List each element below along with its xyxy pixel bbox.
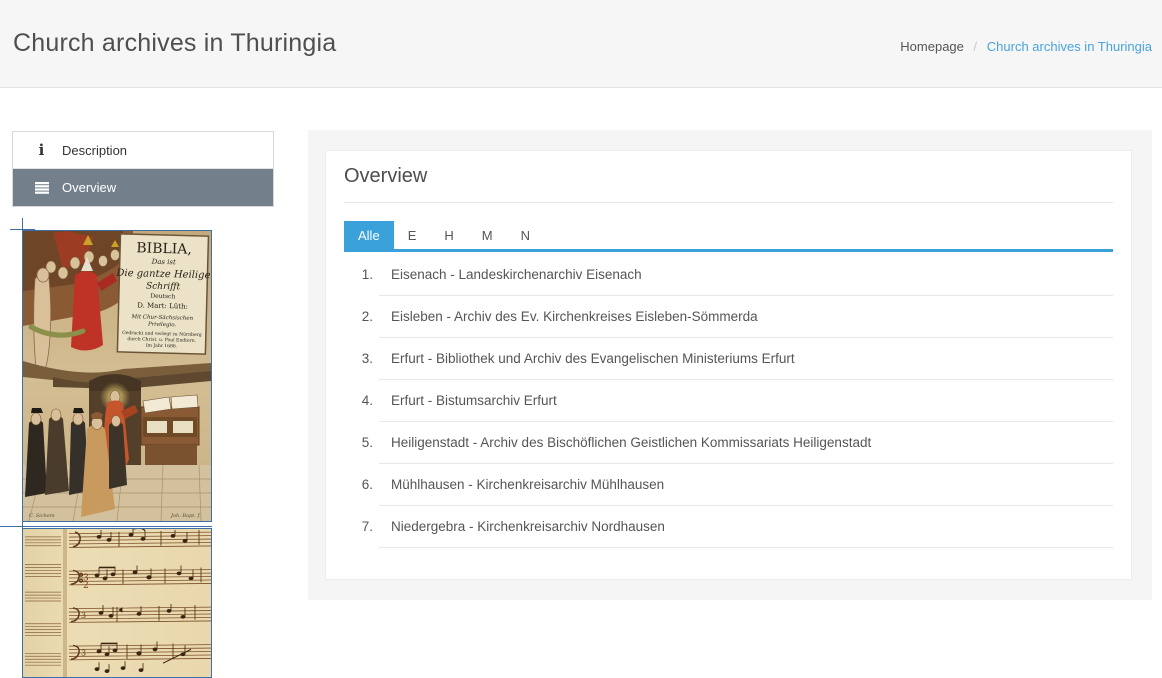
svg-text:Privilegio.: Privilegio. [147, 322, 177, 329]
svg-text:Schrifft: Schrifft [146, 282, 181, 293]
tab-n[interactable]: N [507, 221, 544, 249]
page-title: Church archives in Thuringia [13, 29, 336, 58]
sidebar-item-description[interactable]: i Description [13, 132, 273, 169]
breadcrumb-home-link[interactable]: Homepage [900, 39, 964, 54]
archive-number: 2. [362, 308, 373, 325]
archive-name: Eisenach - Landeskirchenarchiv Eisenach [391, 267, 642, 282]
list-icon [34, 182, 49, 194]
archive-number: 4. [362, 392, 373, 409]
breadcrumb-current-link[interactable]: Church archives in Thuringia [987, 39, 1152, 54]
archive-name: Erfurt - Bibliothek und Archiv des Evang… [391, 351, 795, 366]
archive-name: Heiligenstadt - Archiv des Bischöflichen… [391, 435, 871, 450]
archive-list-item[interactable]: 4. Erfurt - Bistumsarchiv Erfurt [379, 380, 1113, 422]
tab-m[interactable]: M [468, 221, 507, 249]
tab-e[interactable]: E [394, 221, 431, 249]
archive-name: Mühlhausen - Kirchenkreisarchiv Mühlhaus… [391, 477, 664, 492]
sidebar-item-label: Description [62, 143, 127, 158]
archive-list-item[interactable]: 2. Eisleben - Archiv des Ev. Kirchenkrei… [379, 296, 1113, 338]
archive-number: 1. [362, 266, 373, 283]
archive-name: Niedergebra - Kirchenkreisarchiv Nordhau… [391, 519, 665, 534]
crop-mark [0, 526, 212, 527]
breadcrumb-separator: / [974, 39, 978, 54]
sidebar-item-overview[interactable]: Overview [13, 169, 273, 206]
breadcrumb: Homepage / Church archives in Thuringia [900, 39, 1152, 54]
music-manuscript-image[interactable]: 32 3 3 [22, 528, 212, 678]
svg-text:D. Mart: Lüth:: D. Mart: Lüth: [137, 301, 188, 310]
content-section: Overview Alle E H M N 1. Eisenach - Land… [308, 130, 1152, 600]
page-header: Church archives in Thuringia Homepage / … [0, 0, 1162, 88]
archive-name: Eisleben - Archiv des Ev. Kirchenkreises… [391, 309, 758, 324]
svg-text:2: 2 [83, 581, 89, 591]
svg-text:Das ist: Das ist [151, 258, 177, 267]
svg-text:Joh. Bapt. f.: Joh. Bapt. f. [170, 513, 201, 519]
archive-name: Erfurt - Bistumsarchiv Erfurt [391, 393, 557, 408]
archive-number: 6. [362, 476, 373, 493]
svg-text:Im Jahr 1686.: Im Jahr 1686. [146, 343, 178, 350]
archive-list-item[interactable]: 7. Niedergebra - Kirchenkreisarchiv Nord… [379, 506, 1113, 548]
svg-text:3: 3 [81, 648, 86, 657]
archive-list-item[interactable]: 1. Eisenach - Landeskirchenarchiv Eisena… [379, 254, 1113, 296]
bible-title-page-image[interactable]: BIBLIA, Das ist Die gantze Heilige Schri… [22, 230, 212, 522]
archive-list-item[interactable]: 5. Heiligenstadt - Archiv des Bischöflic… [379, 422, 1113, 464]
svg-text:C. Sichem: C. Sichem [29, 513, 55, 519]
tab-alle[interactable]: Alle [344, 221, 394, 249]
archive-list-item[interactable]: 6. Mühlhausen - Kirchenkreisarchiv Mühlh… [379, 464, 1113, 506]
letter-tabs: Alle E H M N [344, 221, 1113, 252]
archive-number: 5. [362, 434, 373, 451]
archive-list-item[interactable]: 3. Erfurt - Bibliothek und Archiv des Ev… [379, 338, 1113, 380]
svg-text:3: 3 [81, 611, 86, 620]
archive-number: 7. [362, 518, 373, 535]
archive-number: 3. [362, 350, 373, 367]
tab-h[interactable]: H [430, 221, 467, 249]
sidebar-menu: i Description Overview [12, 131, 274, 207]
archive-list: 1. Eisenach - Landeskirchenarchiv Eisena… [344, 254, 1113, 548]
info-icon: i [34, 141, 49, 159]
sidebar-item-label: Overview [62, 180, 116, 195]
svg-text:BIBLIA,: BIBLIA, [136, 240, 192, 257]
overview-panel: Overview Alle E H M N 1. Eisenach - Land… [325, 150, 1132, 580]
svg-text:Deutsch: Deutsch [150, 293, 175, 301]
panel-heading: Overview [344, 163, 1113, 203]
